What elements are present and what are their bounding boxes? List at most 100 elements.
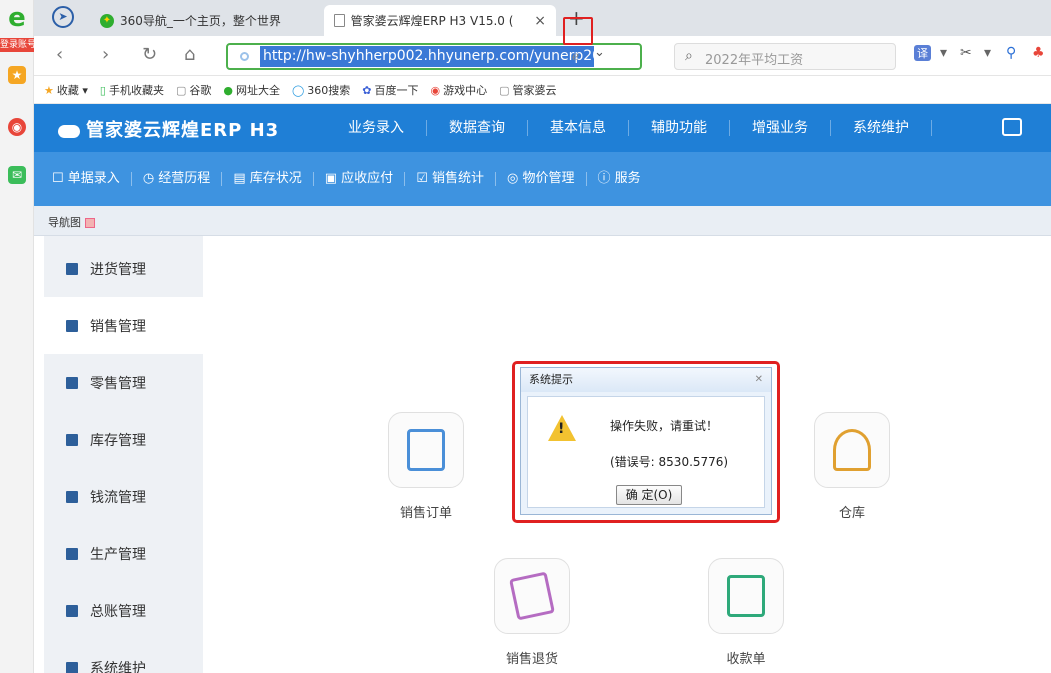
tile-label: 销售订单 <box>399 506 452 521</box>
sidebar-item-cashflow[interactable]: 钱流管理 <box>44 468 203 525</box>
translate-icon[interactable]: 译 <box>914 45 931 61</box>
address-url[interactable]: http://hw-shyhherp002.hhyunerp.com/yuner… <box>260 46 594 67</box>
erp-main-menu: 业务录入 数据查询 基本信息 辅助功能 增强业务 系统维护 <box>340 104 932 152</box>
dropdown-icon[interactable]: ▾ <box>984 45 991 61</box>
360-icon: ● <box>223 83 233 97</box>
navigate-icon[interactable]: ➤ <box>52 6 74 28</box>
dialog-highlight <box>512 361 780 523</box>
sidebar-item-ledger[interactable]: 总账管理 <box>44 582 203 639</box>
star-icon: ★ <box>44 83 54 97</box>
game-center-icon: ◉ <box>430 83 441 97</box>
game-icon[interactable]: ♣ <box>1032 45 1045 61</box>
favorites-item[interactable]: ● 网址大全 <box>223 82 280 98</box>
compat-mode-icon[interactable]: ℯ <box>572 49 579 63</box>
dropdown-icon[interactable]: ▾ <box>940 45 947 61</box>
close-tab-icon[interactable] <box>85 218 95 228</box>
favorites-item[interactable]: ◉ 游戏中心 <box>431 82 488 98</box>
page-icon <box>334 14 345 27</box>
tile-warehouse[interactable]: 仓库 <box>807 412 897 521</box>
warehouse-tile-box <box>814 412 890 488</box>
back-icon[interactable]: ‹ <box>56 44 63 65</box>
submenu-history[interactable]: ◷ 经营历程 <box>132 172 223 186</box>
submenu-price-management[interactable]: ◎ 物价管理 <box>496 172 587 186</box>
menu-basic-info[interactable]: 基本信息 <box>528 120 629 136</box>
retail-icon <box>66 376 78 389</box>
360-search-icon: ◯ <box>291 83 305 97</box>
submenu-service[interactable]: ⓘ 服务 <box>587 172 652 186</box>
tile-sales-return[interactable]: 销售退货 <box>487 558 577 667</box>
navigation-bar: ‹ › ↻ ⌂ http://hw-shyhherp002.hhyunerp.c… <box>34 36 1051 76</box>
sidebar-item-purchase[interactable]: 进货管理 <box>44 240 203 297</box>
tile-sales-order[interactable]: 销售订单 <box>381 412 471 521</box>
favorites-item[interactable]: ▢ 管家婆云 <box>499 82 556 98</box>
sidebar-item-inventory[interactable]: 库存管理 <box>44 411 203 468</box>
favorites-item[interactable]: ◯ 360搜索 <box>292 82 350 98</box>
submenu-document-entry[interactable]: ☐ 单据录入 <box>52 172 132 186</box>
favorites-item[interactable]: ✿ 百度一下 <box>362 82 418 98</box>
login-account-link[interactable]: 登录账号 <box>0 38 34 52</box>
mail-icon[interactable]: ✉ <box>8 166 26 184</box>
submenu-receivable[interactable]: ▣ 应收应付 <box>314 172 406 186</box>
scissors-icon[interactable]: ✂ <box>960 45 972 61</box>
system-icon <box>66 661 78 673</box>
menu-auxiliary[interactable]: 辅助功能 <box>629 120 730 136</box>
favorites-item[interactable]: ▢ 谷歌 <box>176 82 211 98</box>
menu-data-query[interactable]: 数据查询 <box>427 120 528 136</box>
site-security-icon <box>240 52 249 61</box>
baidu-icon: ✿ <box>362 83 372 97</box>
tile-label: 收款单 <box>726 652 766 667</box>
submenu-sales-stats[interactable]: ☑ 销售统计 <box>405 172 496 186</box>
tile-label: 销售退货 <box>505 652 558 667</box>
erp-header: 管家婆云辉煌ERP H3 业务录入 数据查询 基本信息 辅助功能 增强业务 系统… <box>34 104 1051 152</box>
refresh-icon[interactable]: ↻ <box>142 44 157 65</box>
submenu-stock-status[interactable]: ▤ 库存状况 <box>222 172 314 186</box>
menu-business-entry[interactable]: 业务录入 <box>340 120 427 136</box>
tab-bar: ➤ ✦ 360导航_一个主页，整个世界 管家婆云辉煌ERP H3 V15.0 (… <box>34 0 1051 36</box>
page-icon: ▢ <box>175 83 187 97</box>
sidebar-item-retail[interactable]: 零售管理 <box>44 354 203 411</box>
browser-window: e 登录账号 ★ ◉ ✉ ➤ ✦ 360导航_一个主页，整个世界 管家婆云辉煌E… <box>0 0 1051 673</box>
favorites-item[interactable]: ▯ 手机收藏夹 <box>100 82 164 98</box>
sales-icon <box>66 319 78 332</box>
order-icon <box>407 429 445 471</box>
tab-360-nav[interactable]: ✦ 360导航_一个主页，整个世界 <box>90 5 310 36</box>
favorites-star-icon[interactable]: ★ <box>8 66 26 84</box>
production-icon <box>66 547 78 560</box>
forward-icon[interactable]: › <box>102 44 109 65</box>
address-bar[interactable]: http://hw-shyhherp002.hhyunerp.com/yuner… <box>226 43 642 70</box>
tile-receipt[interactable]: 收款单 <box>701 558 791 667</box>
favorites-item[interactable]: ★ 收藏 ▾ <box>44 82 88 98</box>
360-favicon-icon: ✦ <box>100 13 114 28</box>
search-input[interactable]: ⌕ 2022年平均工资 <box>674 43 896 70</box>
sidebar-item-production[interactable]: 生产管理 <box>44 525 203 582</box>
sidebar-item-system[interactable]: 系统维护 <box>44 639 203 673</box>
left-dock: e 登录账号 ★ ◉ ✉ <box>0 0 34 673</box>
receipt-icon <box>727 575 765 617</box>
tab-title: 360导航_一个主页，整个世界 <box>120 14 281 28</box>
search-placeholder: 2022年平均工资 <box>705 53 804 68</box>
page-icon: ▢ <box>499 83 510 97</box>
erp-logo: 管家婆云辉煌ERP H3 <box>58 116 279 142</box>
return-tile-box <box>494 558 570 634</box>
home-icon[interactable]: ⌂ <box>184 44 195 65</box>
order-tile-box <box>388 412 464 488</box>
compat-mode-highlight <box>563 17 593 45</box>
menu-system-maintenance[interactable]: 系统维护 <box>831 120 932 136</box>
message-icon[interactable] <box>1002 118 1022 136</box>
ledger-icon <box>66 604 78 617</box>
search-icon: ⌕ <box>685 48 693 64</box>
browser-logo-icon[interactable]: e <box>6 4 28 32</box>
warehouse-icon <box>833 429 871 471</box>
tab-close-icon[interactable]: × <box>534 13 546 29</box>
tile-label: 仓库 <box>838 506 865 521</box>
search-tool-icon[interactable]: ⚲ <box>1006 45 1016 61</box>
return-icon <box>509 571 555 621</box>
tab-erp[interactable]: 管家婆云辉煌ERP H3 V15.0 (3. × <box>324 5 556 36</box>
purchase-icon <box>66 262 78 275</box>
chevron-down-icon[interactable]: ⌄ <box>594 45 605 60</box>
menu-enhanced[interactable]: 增强业务 <box>730 120 831 136</box>
content-tab-strip: 导航图 <box>34 206 1051 236</box>
sidebar-item-sales[interactable]: 销售管理 <box>44 297 203 354</box>
weibo-icon[interactable]: ◉ <box>8 118 26 136</box>
tab-navigation-map[interactable]: 导航图 <box>48 214 95 230</box>
